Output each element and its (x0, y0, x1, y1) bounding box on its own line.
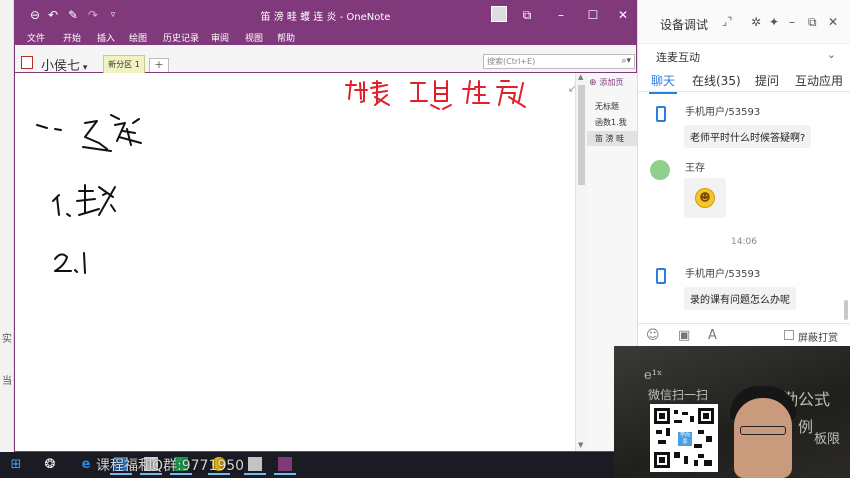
window-title: 笛 滂 畦 蠖 连 炎 - OneNote (260, 12, 391, 23)
tab-draw[interactable]: 绘图 (129, 31, 147, 44)
mic-interaction-label: 连麦互动 (656, 51, 700, 64)
scroll-thumb[interactable] (578, 85, 585, 185)
tab-home[interactable]: 开始 (63, 31, 81, 44)
page-item-selected[interactable]: 笛 滂 畦 (587, 131, 638, 146)
message-username: 手机用户/53593 (685, 107, 761, 118)
scroll-up-icon[interactable]: ▲ (578, 73, 583, 81)
account-avatar[interactable] (491, 6, 507, 22)
font-icon[interactable]: A (708, 328, 717, 343)
shield-tips-label: 屏蔽打赏 (798, 333, 838, 344)
background-window: 实 当 (0, 0, 14, 458)
black-ink-notes (36, 114, 142, 274)
ribbon-tabs: 文件 开始 插入 绘图 历史记录 审阅 视图 帮助 (15, 29, 636, 45)
panel-header: 设备调试 ⌟⌝ ✲ ✦ – ⧉ ✕ (638, 0, 850, 44)
gear-icon[interactable]: ✲ (751, 15, 761, 29)
windows-taskbar: ⊞ ❂ e (0, 452, 614, 478)
title-bar: ⊖ ↶ ✎ ↷ ▿ 笛 滂 畦 蠖 连 炎 - OneNote ⧉ – ☐ ✕ (15, 1, 636, 29)
teacher-glasses (740, 426, 786, 435)
emoji-message: ☻ (684, 178, 726, 218)
page-item[interactable]: 无标题 (587, 99, 638, 114)
note-canvas[interactable] (15, 73, 575, 451)
emoji-icon[interactable]: ☺ (646, 328, 660, 343)
tab-chat[interactable]: 聊天 (648, 72, 678, 94)
chat-toolbar: ☺ ▣ A 屏蔽打赏 (638, 323, 850, 347)
qr-logo: 学而思 (678, 432, 692, 446)
pin-icon[interactable]: ✦ (769, 15, 779, 29)
collapse-icon[interactable]: ⌟⌝ (722, 15, 732, 28)
notebook-bar: 小侯七 新分区 1 + 搜索(Ctrl+E) ⌕▾ (15, 45, 636, 74)
teacher-face (734, 398, 792, 478)
message-username: 王存 (685, 163, 705, 174)
minimize-button[interactable]: – (549, 5, 573, 25)
tab-history[interactable]: 历史记录 (163, 31, 199, 44)
windows-start-icon[interactable]: ⊞ (8, 457, 24, 473)
tab-interactive-apps[interactable]: 互动应用 (795, 72, 843, 89)
restore-icon[interactable]: ⧉ (808, 15, 817, 30)
tab-online[interactable]: 在线(35) (692, 72, 741, 89)
add-section-button[interactable]: + (149, 58, 169, 72)
panel-tabs: 聊天 在线(35) 提问 互动应用 (638, 68, 850, 94)
shield-tips-checkbox[interactable] (784, 330, 794, 340)
image-icon[interactable]: ▣ (678, 328, 690, 343)
grin-emoji-icon: ☻ (695, 188, 715, 208)
onenote-taskbar-icon[interactable] (274, 455, 296, 475)
background-text: 当 (2, 376, 12, 387)
red-ink-notes (345, 80, 526, 110)
group-watermark: 课程福利Q群:9771950 (96, 458, 245, 474)
chevron-down-icon[interactable]: ⌄ (827, 48, 836, 61)
scroll-down-icon[interactable]: ▼ (578, 441, 583, 449)
phone-icon (656, 268, 666, 284)
vertical-scrollbar[interactable]: ▲ ▼ (575, 73, 587, 451)
qr-code: 学而思 (650, 404, 718, 472)
tab-help[interactable]: 帮助 (277, 31, 295, 44)
message-bubble: 录的课有问题怎么办呢 (684, 287, 796, 310)
minimize-icon[interactable]: – (789, 15, 795, 29)
time-divider: 14:06 (731, 237, 757, 247)
tab-file[interactable]: 文件 (27, 31, 45, 44)
chat-scroll-thumb[interactable] (844, 300, 848, 320)
search-input[interactable]: 搜索(Ctrl+E) ⌕▾ (483, 54, 635, 69)
tab-insert[interactable]: 插入 (97, 31, 115, 44)
close-button[interactable]: ✕ (611, 5, 635, 25)
message-username: 手机用户/53593 (685, 269, 761, 280)
page-item[interactable]: 函数1.我 (587, 115, 638, 130)
tab-view[interactable]: 视图 (245, 31, 263, 44)
taskbar-app[interactable] (244, 455, 266, 475)
board-text: 微信扫一扫 (648, 388, 709, 402)
close-icon[interactable]: ✕ (828, 15, 838, 29)
tab-questions[interactable]: 提问 (755, 72, 779, 89)
search-icon[interactable]: ⌕▾ (621, 55, 631, 68)
tab-review[interactable]: 审阅 (211, 31, 229, 44)
background-text: 实 (2, 334, 12, 345)
edge-browser-icon[interactable]: e (78, 457, 94, 473)
device-debug-title[interactable]: 设备调试 (660, 16, 708, 33)
ink-drawing (36, 80, 526, 274)
board-text: e¹ˣ (644, 368, 663, 383)
board-text: 板限 (814, 432, 841, 447)
app-icon[interactable]: ❂ (42, 457, 58, 473)
phone-icon (656, 106, 666, 122)
notebook-icon (21, 56, 33, 69)
maximize-button[interactable]: ☐ (581, 5, 605, 25)
teacher-video: e¹ˣ 微信扫一扫 勤公式 例 板限 学而思 (614, 346, 850, 478)
user-avatar-icon (650, 160, 670, 180)
section-tab[interactable]: 新分区 1 (103, 55, 145, 73)
onenote-window: ⊖ ↶ ✎ ↷ ▿ 笛 滂 畦 蠖 连 炎 - OneNote ⧉ – ☐ ✕ … (14, 0, 638, 452)
fullscreen-icon[interactable]: ⧉ (515, 5, 539, 25)
notebook-selector[interactable]: 小侯七 (41, 55, 87, 74)
message-bubble: 老师平时什么时候答疑啊? (684, 125, 812, 148)
add-page-button[interactable]: 添加页 (589, 77, 623, 88)
mic-interaction-bar[interactable]: 连麦互动 ⌄ (638, 45, 850, 67)
search-placeholder: 搜索(Ctrl+E) (487, 57, 536, 66)
board-text: 例 (798, 418, 814, 436)
